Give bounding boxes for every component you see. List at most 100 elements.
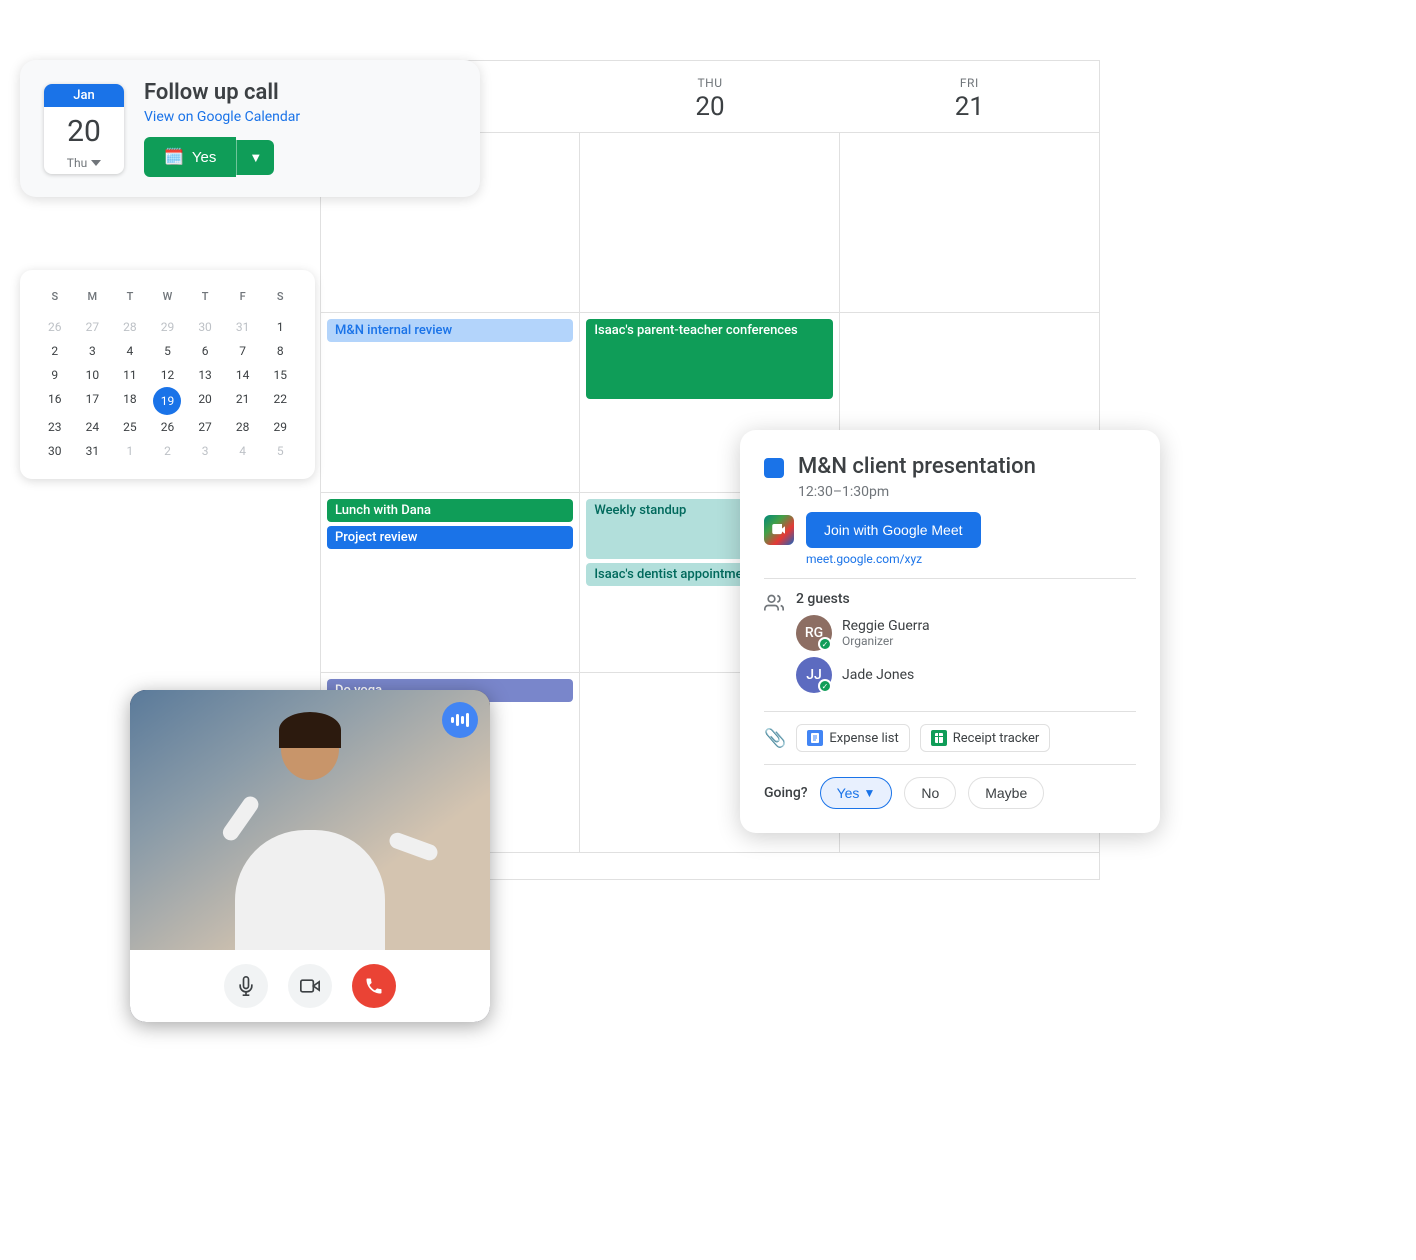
- thu-label: THU: [697, 76, 722, 90]
- cal-month: Jan: [44, 84, 124, 107]
- mini-date[interactable]: 11: [111, 363, 149, 387]
- cell-thu-1: [580, 133, 839, 313]
- mini-date[interactable]: 29: [261, 415, 299, 439]
- mini-date[interactable]: 20: [186, 387, 224, 415]
- mute-mic-button[interactable]: [224, 964, 268, 1008]
- guest-avatar-jade: JJ ✓: [796, 657, 832, 693]
- expense-list-label: Expense list: [829, 731, 898, 746]
- mini-date[interactable]: 2: [36, 339, 74, 363]
- going-section: Going? Yes ▼ No Maybe: [764, 777, 1136, 809]
- voice-bar-1: [451, 717, 454, 723]
- guests-icon: [764, 593, 784, 618]
- attachments-section: 📎 Expense list Receipt tracker: [764, 724, 1136, 752]
- cell-wed-3: Lunch with Dana Project review: [321, 493, 580, 673]
- guest-info-jade: Jade Jones: [842, 667, 914, 683]
- mini-date[interactable]: 2: [149, 439, 187, 463]
- guest-row-2: JJ ✓ Jade Jones: [796, 657, 930, 693]
- receipt-tracker-chip[interactable]: Receipt tracker: [920, 724, 1051, 752]
- view-on-calendar-link[interactable]: View on Google Calendar: [144, 109, 300, 125]
- mini-date[interactable]: 30: [186, 315, 224, 339]
- mini-date[interactable]: 12: [149, 363, 187, 387]
- event-title: M&N client presentation: [798, 454, 1036, 480]
- mini-date[interactable]: 17: [74, 387, 112, 415]
- mini-date[interactable]: 15: [261, 363, 299, 387]
- guests-count: 2 guests: [796, 591, 930, 607]
- isaacs-parent-teacher-event[interactable]: Isaac's parent-teacher conferences: [586, 319, 832, 399]
- mini-date[interactable]: 29: [149, 315, 187, 339]
- mini-date[interactable]: 8: [261, 339, 299, 363]
- followup-content: Follow up call View on Google Calendar 🗓…: [144, 80, 300, 177]
- mini-date[interactable]: 4: [111, 339, 149, 363]
- mini-date[interactable]: 6: [186, 339, 224, 363]
- thu-num: 20: [695, 92, 724, 122]
- meet-join-section: Join with Google Meet: [764, 512, 1136, 548]
- mini-date[interactable]: 30: [36, 439, 74, 463]
- mini-date[interactable]: 7: [224, 339, 262, 363]
- going-no-button[interactable]: No: [904, 777, 956, 809]
- cal-day-header-fri: FRI 21: [840, 61, 1099, 137]
- mini-date[interactable]: 25: [111, 415, 149, 439]
- mini-date[interactable]: 4: [224, 439, 262, 463]
- table-icon: 🗓️: [164, 147, 184, 167]
- rsvp-dropdown-button[interactable]: ▼: [236, 140, 274, 175]
- mini-date[interactable]: 5: [261, 439, 299, 463]
- mini-date[interactable]: 14: [224, 363, 262, 387]
- mn-internal-review-event[interactable]: M&N internal review: [327, 319, 573, 342]
- mini-date[interactable]: 26: [36, 315, 74, 339]
- guest-check-icon: ✓: [818, 637, 832, 651]
- mini-cal-body: 26 27 28 29 30 31 1 2 3 4 5 6 7 8 9 10 1…: [36, 315, 299, 463]
- sheets-icon: [931, 730, 947, 746]
- divider: [764, 578, 1136, 579]
- toggle-camera-button[interactable]: [288, 964, 332, 1008]
- mini-date[interactable]: 3: [74, 339, 112, 363]
- mini-date[interactable]: 31: [224, 315, 262, 339]
- expense-list-chip[interactable]: Expense list: [796, 724, 909, 752]
- guest-info-reggie: Reggie Guerra Organizer: [842, 618, 930, 648]
- event-time: 12:30–1:30pm: [798, 484, 1036, 500]
- going-yes-dropdown-icon: ▼: [863, 786, 875, 800]
- mini-date[interactable]: 13: [186, 363, 224, 387]
- going-label: Going?: [764, 785, 808, 801]
- mini-date[interactable]: 28: [111, 315, 149, 339]
- mini-date[interactable]: 27: [186, 415, 224, 439]
- join-meet-button[interactable]: Join with Google Meet: [806, 512, 981, 548]
- rsvp-group: 🗓️ Yes ▼: [144, 137, 300, 177]
- mini-date[interactable]: 22: [261, 387, 299, 415]
- mini-date[interactable]: 3: [186, 439, 224, 463]
- mini-date[interactable]: 21: [224, 387, 262, 415]
- lunch-with-dana-event[interactable]: Lunch with Dana: [327, 499, 573, 522]
- event-detail-header: M&N client presentation 12:30–1:30pm: [764, 454, 1136, 500]
- mini-date-today[interactable]: 19: [153, 387, 181, 415]
- going-maybe-button[interactable]: Maybe: [968, 777, 1044, 809]
- voice-bar-2: [456, 714, 459, 726]
- event-detail-popup: M&N client presentation 12:30–1:30pm Joi…: [740, 430, 1160, 833]
- mini-date[interactable]: 1: [111, 439, 149, 463]
- paperclip-icon: 📎: [764, 728, 786, 749]
- mini-date[interactable]: 31: [74, 439, 112, 463]
- going-yes-button[interactable]: Yes ▼: [820, 777, 893, 809]
- mini-date[interactable]: 24: [74, 415, 112, 439]
- mini-date[interactable]: 27: [74, 315, 112, 339]
- cal-day: 20: [44, 107, 124, 156]
- project-review-event[interactable]: Project review: [327, 526, 573, 549]
- mini-date[interactable]: 5: [149, 339, 187, 363]
- followup-card: Jan 20 Thu Follow up call View on Google…: [20, 60, 480, 197]
- voice-bar-3: [461, 716, 464, 724]
- cell-fri-1: [840, 133, 1099, 313]
- meet-link-text[interactable]: meet.google.com/xyz: [806, 552, 1136, 566]
- guest-name-reggie: Reggie Guerra: [842, 618, 930, 634]
- mini-date[interactable]: 10: [74, 363, 112, 387]
- mini-date[interactable]: 28: [224, 415, 262, 439]
- rsvp-yes-button[interactable]: 🗓️ Yes: [144, 137, 236, 177]
- mini-date[interactable]: 9: [36, 363, 74, 387]
- cal-weekday: Thu: [44, 156, 124, 174]
- mini-date[interactable]: 18: [111, 387, 149, 415]
- fri-label: FRI: [960, 76, 979, 90]
- mini-date[interactable]: 1: [261, 315, 299, 339]
- cal-day-header-thu: THU 20: [580, 61, 839, 137]
- guest-role-reggie: Organizer: [842, 634, 930, 648]
- end-call-button[interactable]: [352, 964, 396, 1008]
- mini-date[interactable]: 16: [36, 387, 74, 415]
- mini-date[interactable]: 26: [149, 415, 187, 439]
- mini-date[interactable]: 23: [36, 415, 74, 439]
